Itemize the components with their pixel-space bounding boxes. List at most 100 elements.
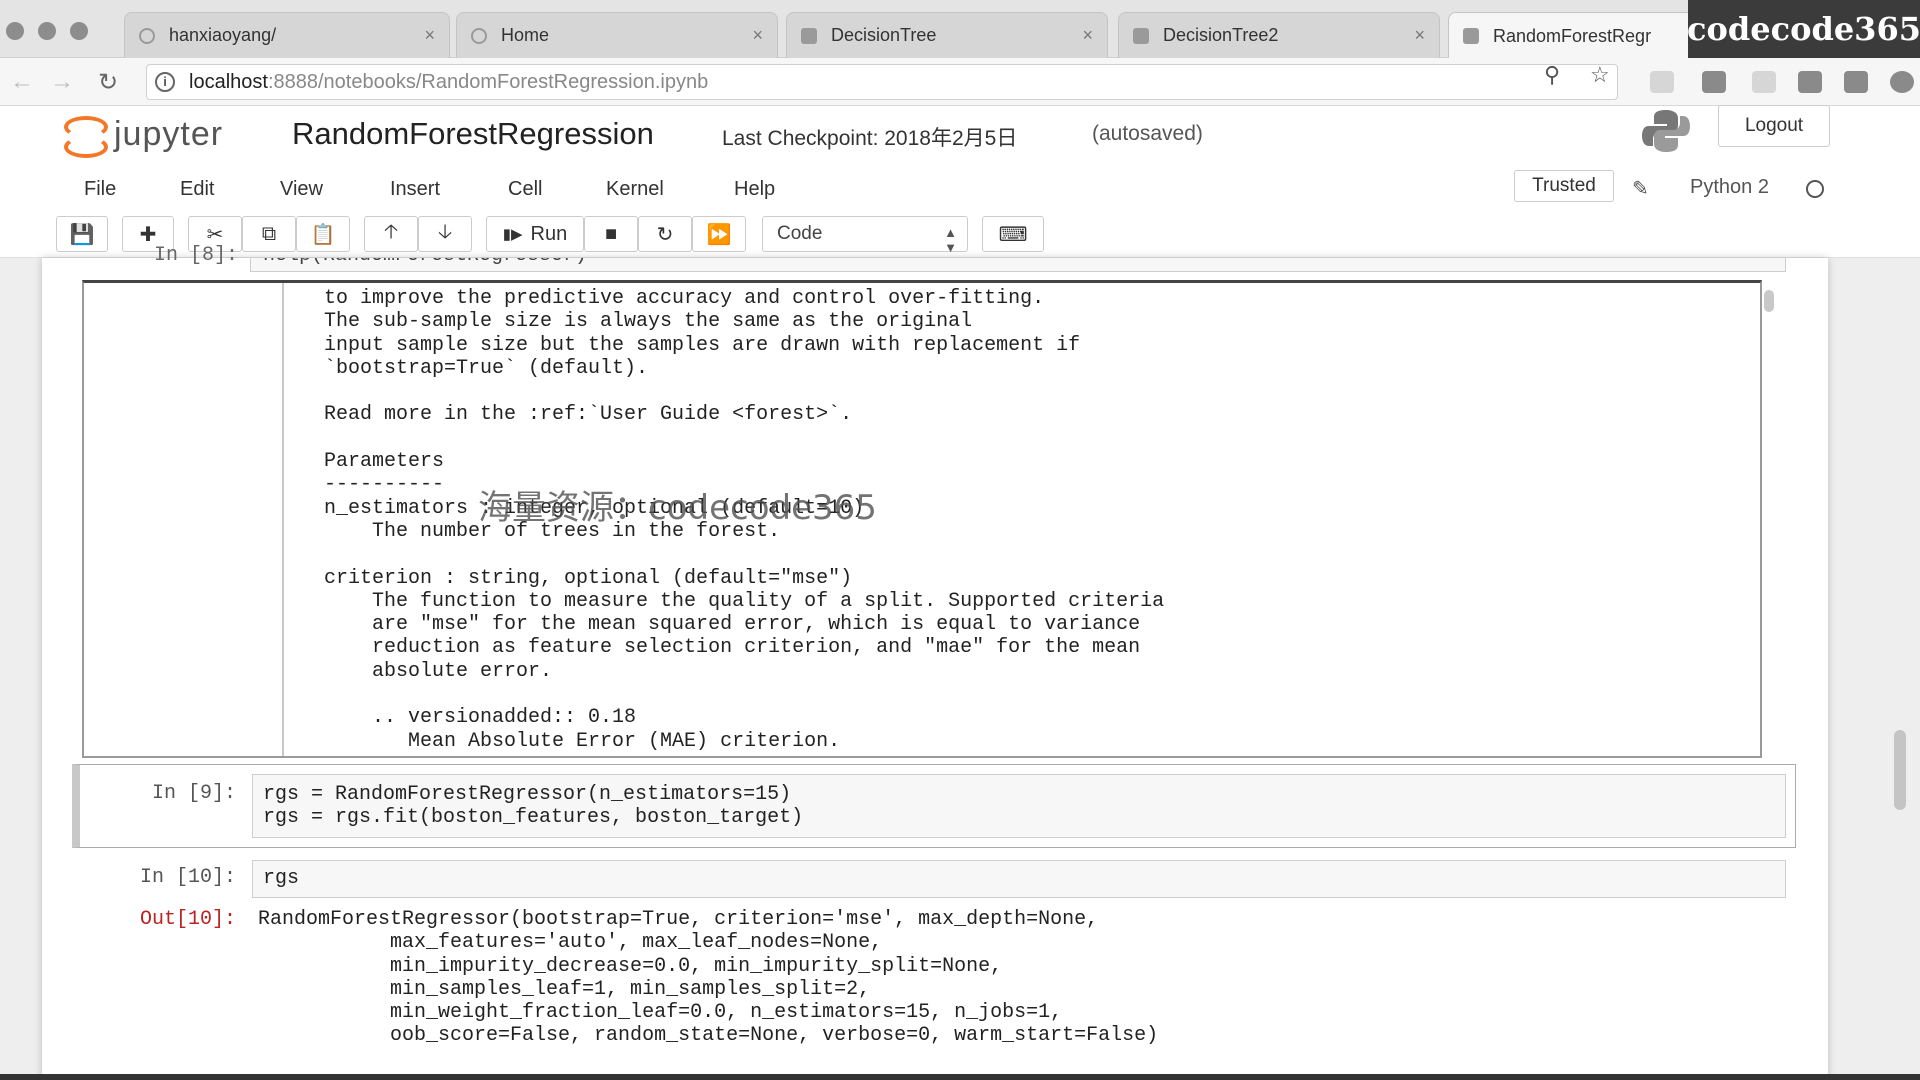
tab-close-icon[interactable]: × [752, 25, 763, 46]
restart-run-all-button[interactable]: ⏩ [692, 216, 746, 252]
url-input[interactable]: i localhost:8888/notebooks/RandomForestR… [146, 64, 1618, 100]
url-path: :8888/notebooks/RandomForestRegression.i… [267, 70, 709, 93]
last-checkpoint: Last Checkpoint: 2018年2月5日 [722, 127, 1018, 150]
autosave-status: (autosaved) [1092, 122, 1203, 145]
notebook-favicon-icon [801, 27, 817, 44]
extension-icon[interactable] [1752, 71, 1776, 93]
zoom-icon[interactable]: ⚲ [1544, 62, 1560, 88]
scissors-icon: ✂ [206, 223, 224, 246]
cell-type-value: Code [777, 223, 823, 244]
output-prompt: Out[10]: [139, 908, 236, 931]
restart-button[interactable]: ↻ [638, 216, 692, 252]
edit-mode-pencil-icon: ✎ [1632, 178, 1649, 200]
arrow-down-icon: 🡣 [437, 221, 453, 243]
forward-arrow-icon[interactable]: → [50, 68, 74, 96]
kernel-name[interactable]: Python 2 [1690, 176, 1769, 199]
select-caret-icon: ▲ ▼ [944, 225, 957, 255]
step-forward-icon: ▮▶ [502, 226, 523, 243]
menu-edit[interactable]: Edit [180, 178, 214, 201]
move-up-button[interactable]: 🡡 [364, 216, 418, 252]
tab-close-icon[interactable]: × [424, 25, 435, 46]
menu-insert[interactable]: Insert [390, 178, 440, 201]
tab-title: RandomForestRegr [1493, 25, 1652, 46]
stop-icon: ■ [604, 222, 618, 245]
cell-output: RandomForestRegressor(bootstrap=True, cr… [258, 908, 1159, 1048]
window-zoom-button[interactable] [70, 22, 88, 40]
reload-icon[interactable]: ↻ [98, 68, 118, 97]
menu-file[interactable]: File [84, 178, 116, 201]
extension-icon[interactable] [1890, 71, 1914, 93]
copy-button[interactable]: ⧉ [242, 216, 296, 252]
plus-icon: ✚ [139, 223, 157, 246]
keyboard-icon: ⌨ [998, 223, 1028, 246]
cell-type-select[interactable]: Code ▲ ▼ [762, 216, 968, 255]
save-button[interactable]: 💾 [56, 216, 108, 252]
cell-code[interactable]: rgs [252, 860, 1786, 898]
python-logo-icon [1642, 110, 1690, 152]
browser-tab-decisiontree2[interactable]: DecisionTree2 × [1118, 12, 1440, 58]
window-minimize-button[interactable] [38, 22, 56, 40]
kernel-idle-indicator-icon [1806, 180, 1824, 198]
pager-divider [282, 283, 284, 756]
restart-icon: ↻ [656, 223, 674, 246]
move-down-button[interactable]: 🡣 [418, 216, 472, 252]
paste-icon: 📋 [310, 223, 336, 246]
tab-title: Home [501, 25, 550, 45]
pager-scrollbar[interactable] [1764, 290, 1774, 312]
loading-icon [471, 27, 487, 44]
page-scrollbar[interactable] [1894, 730, 1906, 810]
trusted-indicator[interactable]: Trusted [1514, 170, 1614, 202]
browser-tab-hanxiaoyang[interactable]: hanxiaoyang/ × [124, 12, 450, 58]
tab-title: DecisionTree [831, 25, 937, 45]
tab-title: DecisionTree2 [1163, 25, 1279, 45]
extension-icon[interactable] [1798, 71, 1822, 93]
watermark-badge: codecode365 [1687, 0, 1920, 58]
notebook-favicon-icon [1133, 27, 1149, 44]
fast-forward-icon: ⏩ [706, 223, 732, 246]
loading-icon [139, 27, 155, 44]
command-palette-button[interactable]: ⌨ [982, 216, 1044, 252]
jupyter-logo-text: jupyter [114, 114, 224, 153]
menu-view[interactable]: View [280, 178, 323, 201]
bottom-edge [0, 1074, 1920, 1080]
bookmark-star-icon[interactable]: ☆ [1590, 62, 1610, 88]
browser-tab-bar: hanxiaoyang/ × Home × DecisionTree × Dec… [0, 0, 1920, 59]
info-icon[interactable]: i [155, 72, 175, 92]
run-button[interactable]: ▮▶ Run [486, 216, 584, 252]
watermark-text: 海量资源：codecode365 [478, 488, 877, 528]
browser-tab-decisiontree[interactable]: DecisionTree × [786, 12, 1108, 58]
paste-button[interactable]: 📋 [296, 216, 350, 252]
run-label: Run [530, 222, 568, 245]
input-prompt: In [10]: [139, 866, 236, 889]
input-prompt: In [8]: [153, 244, 238, 267]
browser-tab-randomforestregression[interactable]: RandomForestRegr [1448, 12, 1698, 59]
tab-close-icon[interactable]: × [1082, 25, 1093, 46]
cell-code[interactable]: rgs = RandomForestRegressor(n_estimators… [252, 774, 1786, 838]
window-close-button[interactable] [6, 22, 24, 40]
tab-close-icon[interactable]: × [1414, 25, 1425, 46]
menu-cell[interactable]: Cell [508, 178, 542, 201]
save-icon: 💾 [69, 223, 95, 246]
interrupt-button[interactable]: ■ [584, 216, 638, 252]
menu-kernel[interactable]: Kernel [606, 178, 664, 201]
jupyter-header: jupyter RandomForestRegression Last Chec… [0, 105, 1920, 258]
jupyter-logo[interactable]: jupyter [62, 114, 224, 158]
browser-tab-home[interactable]: Home × [456, 12, 778, 58]
help-output-pager[interactable]: to improve the predictive accuracy and c… [82, 280, 1762, 758]
logout-button[interactable]: Logout [1718, 105, 1830, 147]
notebook-title[interactable]: RandomForestRegression [292, 116, 654, 152]
input-prompt: In [9]: [151, 782, 236, 805]
code-cell-input[interactable]: help(RandomForestRegressor) [250, 258, 1786, 272]
tab-title: hanxiaoyang/ [169, 25, 277, 45]
notebook-favicon-icon [1463, 28, 1479, 44]
arrow-up-icon: 🡡 [383, 221, 399, 243]
extension-icon[interactable] [1844, 71, 1868, 93]
menu-help[interactable]: Help [734, 178, 775, 201]
extension-icon[interactable] [1650, 71, 1674, 93]
browser-address-bar: ← → ↻ i localhost:8888/notebooks/RandomF… [0, 58, 1920, 106]
cell-code: help(RandomForestRegressor) [263, 258, 1785, 267]
copy-icon: ⧉ [261, 222, 277, 245]
back-arrow-icon[interactable]: ← [10, 68, 34, 96]
pocket-extension-icon[interactable] [1702, 71, 1726, 93]
url-host: localhost [189, 70, 268, 93]
